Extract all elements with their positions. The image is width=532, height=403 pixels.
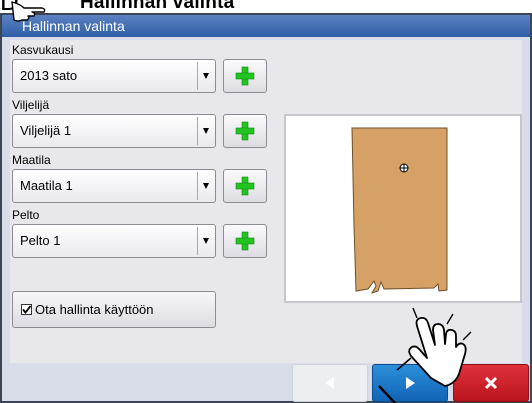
add-field-button[interactable] — [223, 224, 267, 258]
enable-management-checkbox[interactable]: Ota hallinta käyttöön — [12, 291, 216, 328]
growing-season-value: 2013 sato — [20, 68, 78, 83]
dropdown-arrow-icon[interactable] — [197, 227, 213, 255]
add-grower-button[interactable] — [223, 114, 267, 148]
checkbox-checked-icon[interactable] — [21, 304, 32, 315]
green-plus-icon — [235, 66, 255, 86]
farm-select[interactable]: Maatila 1 — [12, 169, 216, 203]
field-label: Pelto — [12, 208, 40, 222]
dropdown-arrow-icon[interactable] — [197, 117, 213, 145]
form-panel: Kasvukausi 2013 sato Viljelijä Viljelijä… — [10, 40, 522, 363]
dialog-window: Hallinnan valinta Kasvukausi 2013 sato V… — [0, 13, 532, 403]
dropdown-arrow-icon[interactable] — [197, 172, 213, 200]
grower-value: Viljelijä 1 — [20, 123, 72, 138]
field-map-preview — [284, 114, 522, 303]
gps-position-icon — [399, 163, 409, 173]
field-value: Pelto 1 — [20, 233, 61, 248]
grower-select[interactable]: Viljelijä 1 — [12, 114, 216, 148]
green-plus-icon — [235, 231, 255, 251]
farm-value: Maatila 1 — [20, 178, 73, 193]
next-button[interactable] — [372, 364, 448, 402]
left-arrow-icon — [325, 377, 334, 389]
green-plus-icon — [235, 176, 255, 196]
x-icon — [484, 376, 498, 390]
dropdown-arrow-icon[interactable] — [197, 62, 213, 90]
enable-management-label: Ota hallinta käyttöön — [35, 302, 154, 317]
grower-label: Viljelijä — [12, 98, 50, 112]
field-boundary-shape — [351, 127, 448, 294]
page-title: Hallinnan valinta — [80, 0, 235, 13]
add-farm-button[interactable] — [223, 169, 267, 203]
field-select[interactable]: Pelto 1 — [12, 224, 216, 258]
growing-season-select[interactable]: 2013 sato — [12, 59, 216, 93]
farm-label: Maatila — [12, 153, 51, 167]
window-title: Hallinnan valinta — [2, 15, 530, 37]
cancel-button[interactable] — [453, 364, 529, 402]
green-plus-icon — [235, 121, 255, 141]
add-growing-season-button[interactable] — [223, 59, 267, 93]
growing-season-label: Kasvukausi — [12, 43, 74, 57]
back-button[interactable] — [292, 364, 368, 402]
right-arrow-icon — [406, 377, 415, 389]
